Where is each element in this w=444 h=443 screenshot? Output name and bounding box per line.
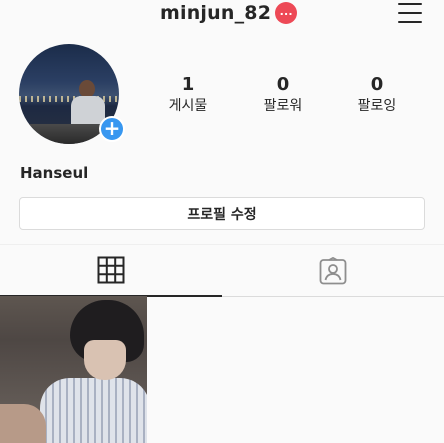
stat-following[interactable]: 0 팔로잉 (337, 74, 417, 116)
profile-display-name: Hanseul (20, 164, 89, 182)
tab-grid[interactable] (0, 245, 222, 297)
profile-username-header[interactable]: minjun_82 ... (160, 0, 298, 26)
stat-posts[interactable]: 1 게시물 (148, 74, 228, 116)
followers-count: 0 (276, 74, 290, 95)
posts-label: 게시물 (168, 98, 208, 114)
following-label: 팔로잉 (357, 98, 397, 114)
notification-badge[interactable]: ... (275, 2, 298, 24)
username-text: minjun_82 (160, 2, 272, 24)
grid-icon (97, 256, 125, 284)
edit-profile-button[interactable]: 프로필 수정 (19, 197, 425, 230)
profile-tabs (0, 244, 444, 297)
followers-label: 팔로워 (263, 98, 303, 114)
hamburger-menu-icon[interactable] (398, 3, 422, 23)
following-count: 0 (370, 74, 384, 95)
add-story-plus-icon[interactable]: + (99, 116, 125, 142)
stat-followers[interactable]: 0 팔로워 (243, 74, 323, 116)
post-thumbnail[interactable] (0, 296, 147, 443)
tab-tagged[interactable] (222, 245, 444, 297)
profile-avatar[interactable]: + (19, 44, 125, 146)
tagged-icon (319, 257, 347, 285)
top-header: minjun_82 ... (0, 0, 444, 30)
posts-count: 1 (181, 74, 195, 95)
